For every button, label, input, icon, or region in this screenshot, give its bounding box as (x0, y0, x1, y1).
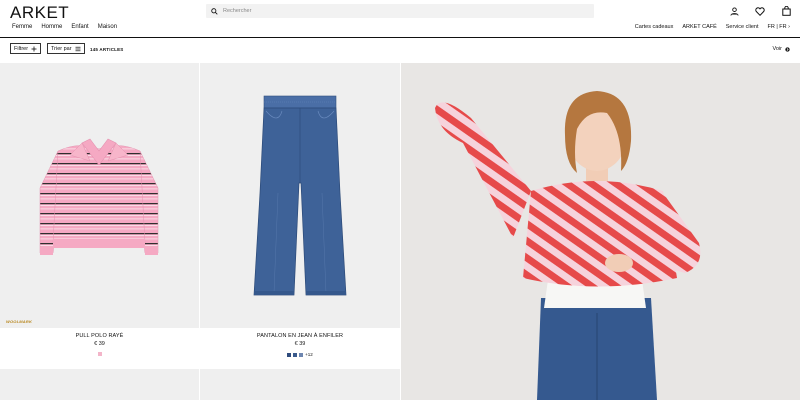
nav-enfant[interactable]: Enfant (71, 24, 88, 30)
product-card[interactable] (200, 369, 400, 400)
main-nav: Femme Homme Enfant Maison (12, 24, 117, 30)
sort-lines-icon (75, 46, 81, 51)
view-label: Voir (772, 46, 782, 52)
bag-icon[interactable] (780, 5, 792, 17)
nav-homme[interactable]: Homme (41, 24, 62, 30)
view-toggle[interactable]: Voir (773, 46, 790, 52)
striped-polo-sweater-illustration (39, 138, 159, 255)
filter-button[interactable]: Filtrer (10, 43, 42, 54)
product-image[interactable] (200, 63, 400, 328)
nav-femme[interactable]: Femme (12, 24, 32, 30)
color-swatch-light-denim[interactable] (299, 352, 304, 357)
more-colors-count[interactable]: +12 (305, 352, 313, 357)
search-bar[interactable] (206, 4, 594, 18)
hero-campaign-image[interactable] (401, 63, 800, 400)
denim-jeans-illustration (253, 95, 347, 296)
child-striped-sweater-photo (435, 91, 701, 400)
arket-logo[interactable]: ARKET (10, 3, 69, 23)
product-card[interactable]: WOOLMARK PULL POLO RAYÉ € 39 (0, 63, 199, 368)
search-input[interactable] (223, 8, 563, 14)
product-image[interactable] (200, 369, 400, 400)
sort-button[interactable]: Trier par (47, 43, 85, 54)
sort-label: Trier par (51, 45, 72, 52)
search-icon (211, 7, 218, 15)
product-card[interactable]: PANTALON EN JEAN À ENFILER € 39 +12 (200, 63, 400, 368)
nav-maison[interactable]: Maison (98, 24, 117, 30)
gift-cards-link[interactable]: Cartes cadeaux (635, 24, 674, 30)
filter-label: Filtrer (14, 45, 29, 52)
header-icons (728, 5, 792, 17)
product-price: € 39 (294, 341, 306, 347)
product-image[interactable]: WOOLMARK (0, 63, 199, 328)
filter-bar: Filtrer Trier par 145 ARTICLES Voir (0, 38, 800, 63)
customer-service-link[interactable]: Service client (726, 24, 759, 30)
product-card[interactable] (0, 369, 199, 400)
color-swatch-pink[interactable] (97, 352, 102, 356)
view-dot-icon (785, 46, 790, 52)
product-price: € 39 (94, 341, 105, 347)
heart-icon[interactable] (754, 5, 766, 17)
color-swatch-dark-denim[interactable] (287, 352, 292, 357)
color-swatches: +12 (200, 352, 400, 357)
color-swatches (0, 352, 199, 356)
product-name[interactable]: PULL POLO RAYÉ (0, 333, 199, 339)
woolmark-badge: WOOLMARK (6, 319, 33, 324)
arket-cafe-link[interactable]: ARKET CAFÉ (682, 24, 716, 30)
account-icon[interactable] (728, 5, 740, 17)
color-swatch-mid-denim[interactable] (293, 352, 298, 357)
utility-links: Cartes cadeaux ARKET CAFÉ Service client… (635, 24, 790, 30)
site-header: ARKET Femme Homme Enfant Maison Cartes c… (0, 0, 800, 38)
plus-icon (31, 46, 37, 51)
locale-selector[interactable]: FR | FR › (767, 24, 790, 30)
product-name[interactable]: PANTALON EN JEAN À ENFILER (200, 333, 400, 339)
product-image[interactable] (0, 369, 199, 400)
article-count: 145 ARTICLES (90, 47, 124, 52)
